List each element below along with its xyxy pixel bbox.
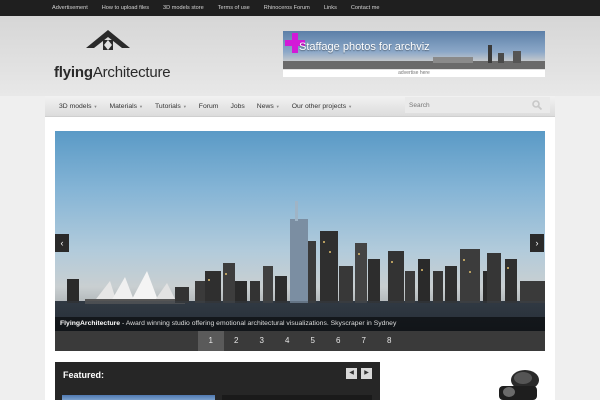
site-logo[interactable]: flyingArchitecture <box>54 30 199 86</box>
top-link[interactable]: Links <box>324 5 337 11</box>
top-link[interactable]: Rhinoceros Forum <box>264 5 310 11</box>
pager-page-7[interactable]: 7 <box>351 331 377 351</box>
logo-text: flyingArchitecture <box>54 64 171 81</box>
nav-item[interactable]: Tutorials ▼ <box>155 103 187 110</box>
chevron-down-icon: ▼ <box>348 103 353 109</box>
search-box <box>405 97 550 113</box>
top-bar: Advertisement How to upload files 3D model… <box>0 0 600 16</box>
pager-page-3[interactable]: 3 <box>249 331 275 351</box>
nav-item-label: 3D models <box>59 102 92 110</box>
chevron-down-icon: ▼ <box>93 103 98 109</box>
pager-list: 12345678 <box>198 331 402 351</box>
pager-page-8[interactable]: 8 <box>377 331 403 351</box>
slider-pager: 12345678 <box>55 331 545 351</box>
advertise-here-link[interactable]: advertise here <box>283 70 545 77</box>
banner-text: Staffage photos for archviz <box>299 41 430 53</box>
nav-item[interactable]: Forum <box>199 103 219 110</box>
nav-item-label: Materials <box>109 102 138 110</box>
featured-box: Featured: ◀ ▶ <box>55 362 380 400</box>
nav-item[interactable]: Materials ▼ <box>109 103 143 110</box>
slider-prev-button[interactable]: ‹ <box>55 234 69 252</box>
pager-page-1[interactable]: 1 <box>198 331 224 351</box>
caption-title: FlyingArchitecture <box>60 320 121 327</box>
nav-item[interactable]: Our other projects ▼ <box>292 103 352 110</box>
featured-next-button[interactable]: ▶ <box>361 368 372 379</box>
nav-item-label: Tutorials <box>155 102 181 110</box>
featured-thumbnail[interactable] <box>62 395 215 400</box>
nav-item[interactable]: 3D models ▼ <box>59 103 97 110</box>
nav-item[interactable]: Jobs <box>230 103 244 110</box>
top-link[interactable]: Terms of use <box>218 5 250 11</box>
top-link[interactable]: Advertisement <box>52 5 88 11</box>
caption-text: - Award winning studio offering emotiona… <box>120 320 397 327</box>
house-roof-icon <box>86 30 130 50</box>
nav-item[interactable]: News ▼ <box>257 103 280 110</box>
chevron-down-icon: ▼ <box>139 103 144 109</box>
pager-page-4[interactable]: 4 <box>275 331 301 351</box>
header: flyingArchitecture Staffage photos for a… <box>0 16 600 96</box>
slider-caption: FlyingArchitecture - Award winning studi… <box>55 317 545 331</box>
pager-page-5[interactable]: 5 <box>300 331 326 351</box>
slider-next-button[interactable]: › <box>530 234 544 252</box>
nav-item-label: Forum <box>198 102 219 110</box>
top-link[interactable]: 3D models store <box>163 5 204 11</box>
search-icon[interactable] <box>532 100 542 110</box>
top-link[interactable]: Contact me <box>351 5 380 11</box>
pager-page-2[interactable]: 2 <box>224 331 250 351</box>
chevron-down-icon: ▼ <box>182 103 187 109</box>
top-links: Advertisement How to upload files 3D model… <box>0 0 600 16</box>
featured-prev-button[interactable]: ◀ <box>346 368 357 379</box>
nav-item-label: Jobs <box>230 102 245 110</box>
chevron-down-icon: ▼ <box>275 103 280 109</box>
featured-title: Featured: <box>63 370 105 380</box>
nav-item-label: Our other projects <box>291 102 347 110</box>
pager-page-6[interactable]: 6 <box>326 331 352 351</box>
ad-banner[interactable]: Staffage photos for archviz <box>283 31 545 69</box>
hero-slider <box>55 131 545 331</box>
top-link[interactable]: How to upload files <box>102 5 149 11</box>
featured-thumbnail[interactable] <box>222 395 372 400</box>
nav-item-label: News <box>256 102 274 110</box>
search-input[interactable] <box>405 97 534 113</box>
chair-image[interactable] <box>495 366 543 400</box>
